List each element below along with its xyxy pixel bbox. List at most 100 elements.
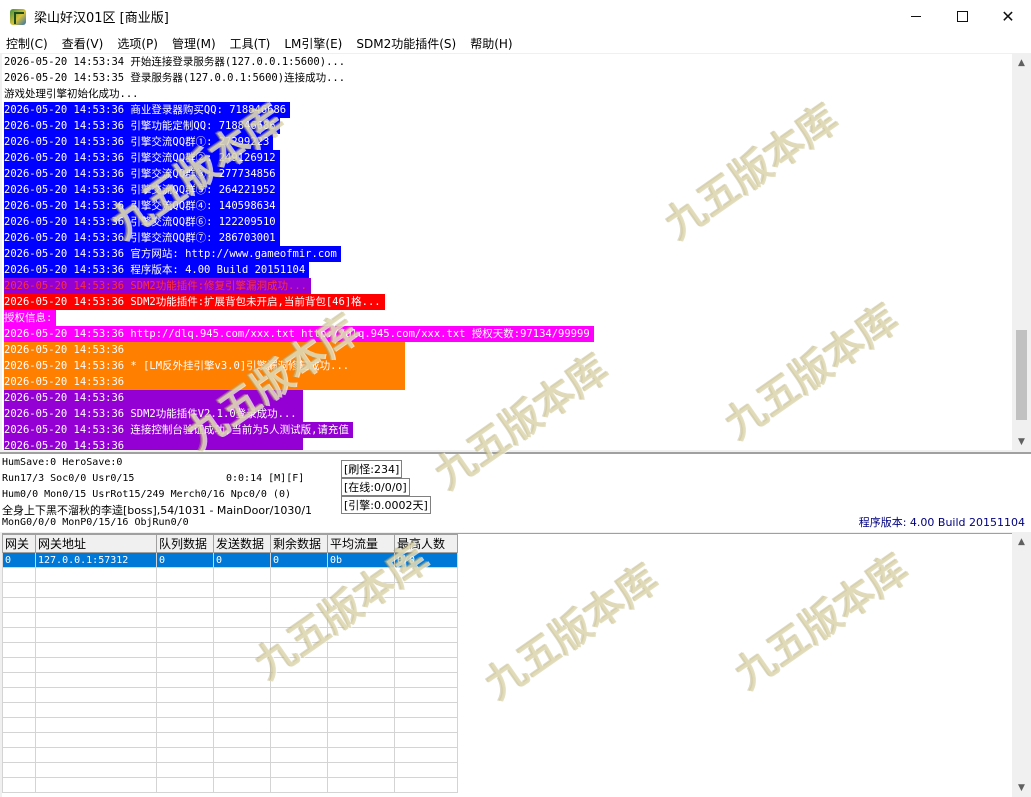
empty-cell: [213, 597, 271, 613]
empty-cell: [270, 612, 328, 628]
log-scroll-thumb[interactable]: [1016, 330, 1027, 420]
log-line-text: 2026-05-20 14:53:36 引擎交流QQ群③: 277734856: [4, 166, 280, 182]
log-line: 2026-05-20 14:53:36 引擎交流QQ群②: 249126912: [2, 150, 1012, 166]
empty-row: [2, 642, 458, 658]
empty-cell: [2, 687, 36, 703]
status-boss: 全身上下黑不溜秋的李逵[boss],54/1031 - MainDoor/103…: [2, 504, 313, 517]
column-header[interactable]: 网关: [2, 534, 36, 553]
empty-cell: [213, 657, 271, 673]
log-scrollbar[interactable]: ▲ ▼: [1013, 54, 1030, 450]
empty-cell: [156, 597, 214, 613]
table-row[interactable]: 0 127.0.0.1:57312 0 0 0 0b 0/0: [2, 552, 458, 568]
table-scroll-down-icon[interactable]: ▼: [1013, 779, 1030, 796]
menu-tools[interactable]: 工具(T): [224, 35, 277, 52]
log-line: 2026-05-20 14:53:34 开始连接登录服务器(127.0.0.1:…: [2, 54, 1012, 70]
empty-cell: [35, 612, 157, 628]
table-scrollbar[interactable]: ▲ ▼: [1013, 533, 1030, 796]
empty-cell: [2, 627, 36, 643]
log-line-text: 2026-05-20 14:53:36: [4, 374, 405, 390]
table-scroll-up-icon[interactable]: ▲: [1013, 533, 1030, 550]
status-time: 0:0:14 [M][F]: [226, 473, 305, 484]
empty-cell: [270, 762, 328, 778]
empty-cell: [327, 612, 395, 628]
column-header[interactable]: 网关地址: [35, 534, 157, 553]
gateway-table-panel[interactable]: 网关 网关地址 队列数据 发送数据 剩余数据 平均流量 最高人数 0 127.0.0.1:57…: [2, 533, 1012, 797]
log-line: 2026-05-20 14:53:36 SDM2功能插件V2.1.0登录成功..…: [2, 406, 1012, 422]
column-header[interactable]: 剩余数据: [270, 534, 328, 553]
empty-cell: [2, 642, 36, 658]
empty-row: [2, 747, 458, 763]
log-line: 2026-05-20 14:53:36: [2, 390, 1012, 406]
scroll-down-icon[interactable]: ▼: [1013, 433, 1030, 450]
menu-bar: 控制(C) 查看(V) 选项(P) 管理(M) 工具(T) LM引擎(E) SD…: [0, 33, 1031, 53]
empty-cell: [270, 582, 328, 598]
empty-cell: [35, 762, 157, 778]
empty-cell: [327, 582, 395, 598]
status-save: HumSave:0 HeroSave:0: [2, 457, 123, 468]
empty-cell: [327, 732, 395, 748]
menu-manage[interactable]: 管理(M): [166, 35, 222, 52]
gateway-table[interactable]: 网关 网关地址 队列数据 发送数据 剩余数据 平均流量 最高人数 0 127.0.0.1:57…: [2, 534, 458, 793]
log-panel[interactable]: 2026-05-20 14:53:34 开始连接登录服务器(127.0.0.1:…: [2, 54, 1012, 450]
app-icon: [10, 8, 26, 25]
empty-cell: [327, 627, 395, 643]
log-line-text: 2026-05-20 14:53:36: [4, 438, 303, 450]
log-line: 2026-05-20 14:53:36: [2, 342, 1012, 358]
engine-days-label: [引擎:0.0002天]: [341, 496, 431, 514]
empty-row: [2, 702, 458, 718]
empty-cell: [327, 702, 395, 718]
menu-lm-engine[interactable]: LM引擎(E): [278, 35, 348, 52]
menu-options[interactable]: 选项(P): [111, 35, 164, 52]
menu-view[interactable]: 查看(V): [56, 35, 110, 52]
empty-cell: [156, 702, 214, 718]
maximize-button[interactable]: [939, 0, 985, 33]
log-line: 2026-05-20 14:53:36 引擎交流QQ群⑦: 286703001: [2, 230, 1012, 246]
empty-row: [2, 717, 458, 733]
empty-row: [2, 672, 458, 688]
log-line: 2026-05-20 14:53:36 商业登录器购买QQ: 718846686: [2, 102, 1012, 118]
empty-cell: [394, 762, 458, 778]
empty-cell: [213, 672, 271, 688]
menu-help[interactable]: 帮助(H): [464, 35, 518, 52]
title-bar[interactable]: 梁山好汉01区 [商业版]: [0, 0, 1031, 33]
status-mon: MonG0/0/0 MonP0/15/16 ObjRun0/0: [2, 517, 189, 528]
column-header[interactable]: 队列数据: [156, 534, 214, 553]
close-button[interactable]: ✕: [985, 0, 1031, 33]
empty-cell: [2, 777, 36, 793]
log-line: 2026-05-20 14:53:36 引擎交流QQ群④: 140598634: [2, 198, 1012, 214]
empty-cell: [394, 777, 458, 793]
empty-cell: [394, 702, 458, 718]
log-line-text: 2026-05-20 14:53:36 SDM2功能插件V2.1.0登录成功..…: [4, 406, 303, 422]
log-line-text: 2026-05-20 14:53:35 登录服务器(127.0.0.1:5600…: [4, 72, 346, 84]
log-line: 2026-05-20 14:53:35 登录服务器(127.0.0.1:5600…: [2, 70, 1012, 86]
log-line-text: 2026-05-20 14:53:36 引擎交流QQ群⑤: 264221952: [4, 182, 280, 198]
scroll-up-icon[interactable]: ▲: [1013, 54, 1030, 71]
empty-cell: [394, 687, 458, 703]
empty-cell: [394, 732, 458, 748]
log-line-text: 2026-05-20 14:53:36 连接控制台验证成功,当前为5人测试版,请…: [4, 422, 353, 438]
refresh-monster-label: [刷怪:234]: [341, 460, 403, 478]
empty-cell: [2, 672, 36, 688]
empty-cell: [35, 672, 157, 688]
minimize-button[interactable]: [893, 0, 939, 33]
empty-cell: [2, 567, 36, 583]
column-header[interactable]: 最高人数: [394, 534, 458, 553]
status-panel: HumSave:0 HeroSave:0 Run17/3 Soc0/0 Usr0…: [0, 452, 1031, 532]
log-line: 2026-05-20 14:53:36: [2, 438, 1012, 450]
table-cell: 0: [270, 552, 328, 568]
empty-cell: [2, 732, 36, 748]
empty-row: [2, 657, 458, 673]
empty-row: [2, 597, 458, 613]
log-line: 2026-05-20 14:53:36 引擎交流QQ群③: 277734856: [2, 166, 1012, 182]
empty-cell: [213, 687, 271, 703]
menu-sdm2-plugin[interactable]: SDM2功能插件(S): [350, 35, 462, 52]
log-line: 2026-05-20 14:53:36 连接控制台验证成功,当前为5人测试版,请…: [2, 422, 1012, 438]
table-cell: 0: [156, 552, 214, 568]
empty-cell: [270, 747, 328, 763]
empty-cell: [394, 717, 458, 733]
empty-row: [2, 627, 458, 643]
column-header[interactable]: 平均流量: [327, 534, 395, 553]
menu-control[interactable]: 控制(C): [0, 35, 54, 52]
empty-cell: [156, 747, 214, 763]
column-header[interactable]: 发送数据: [213, 534, 271, 553]
